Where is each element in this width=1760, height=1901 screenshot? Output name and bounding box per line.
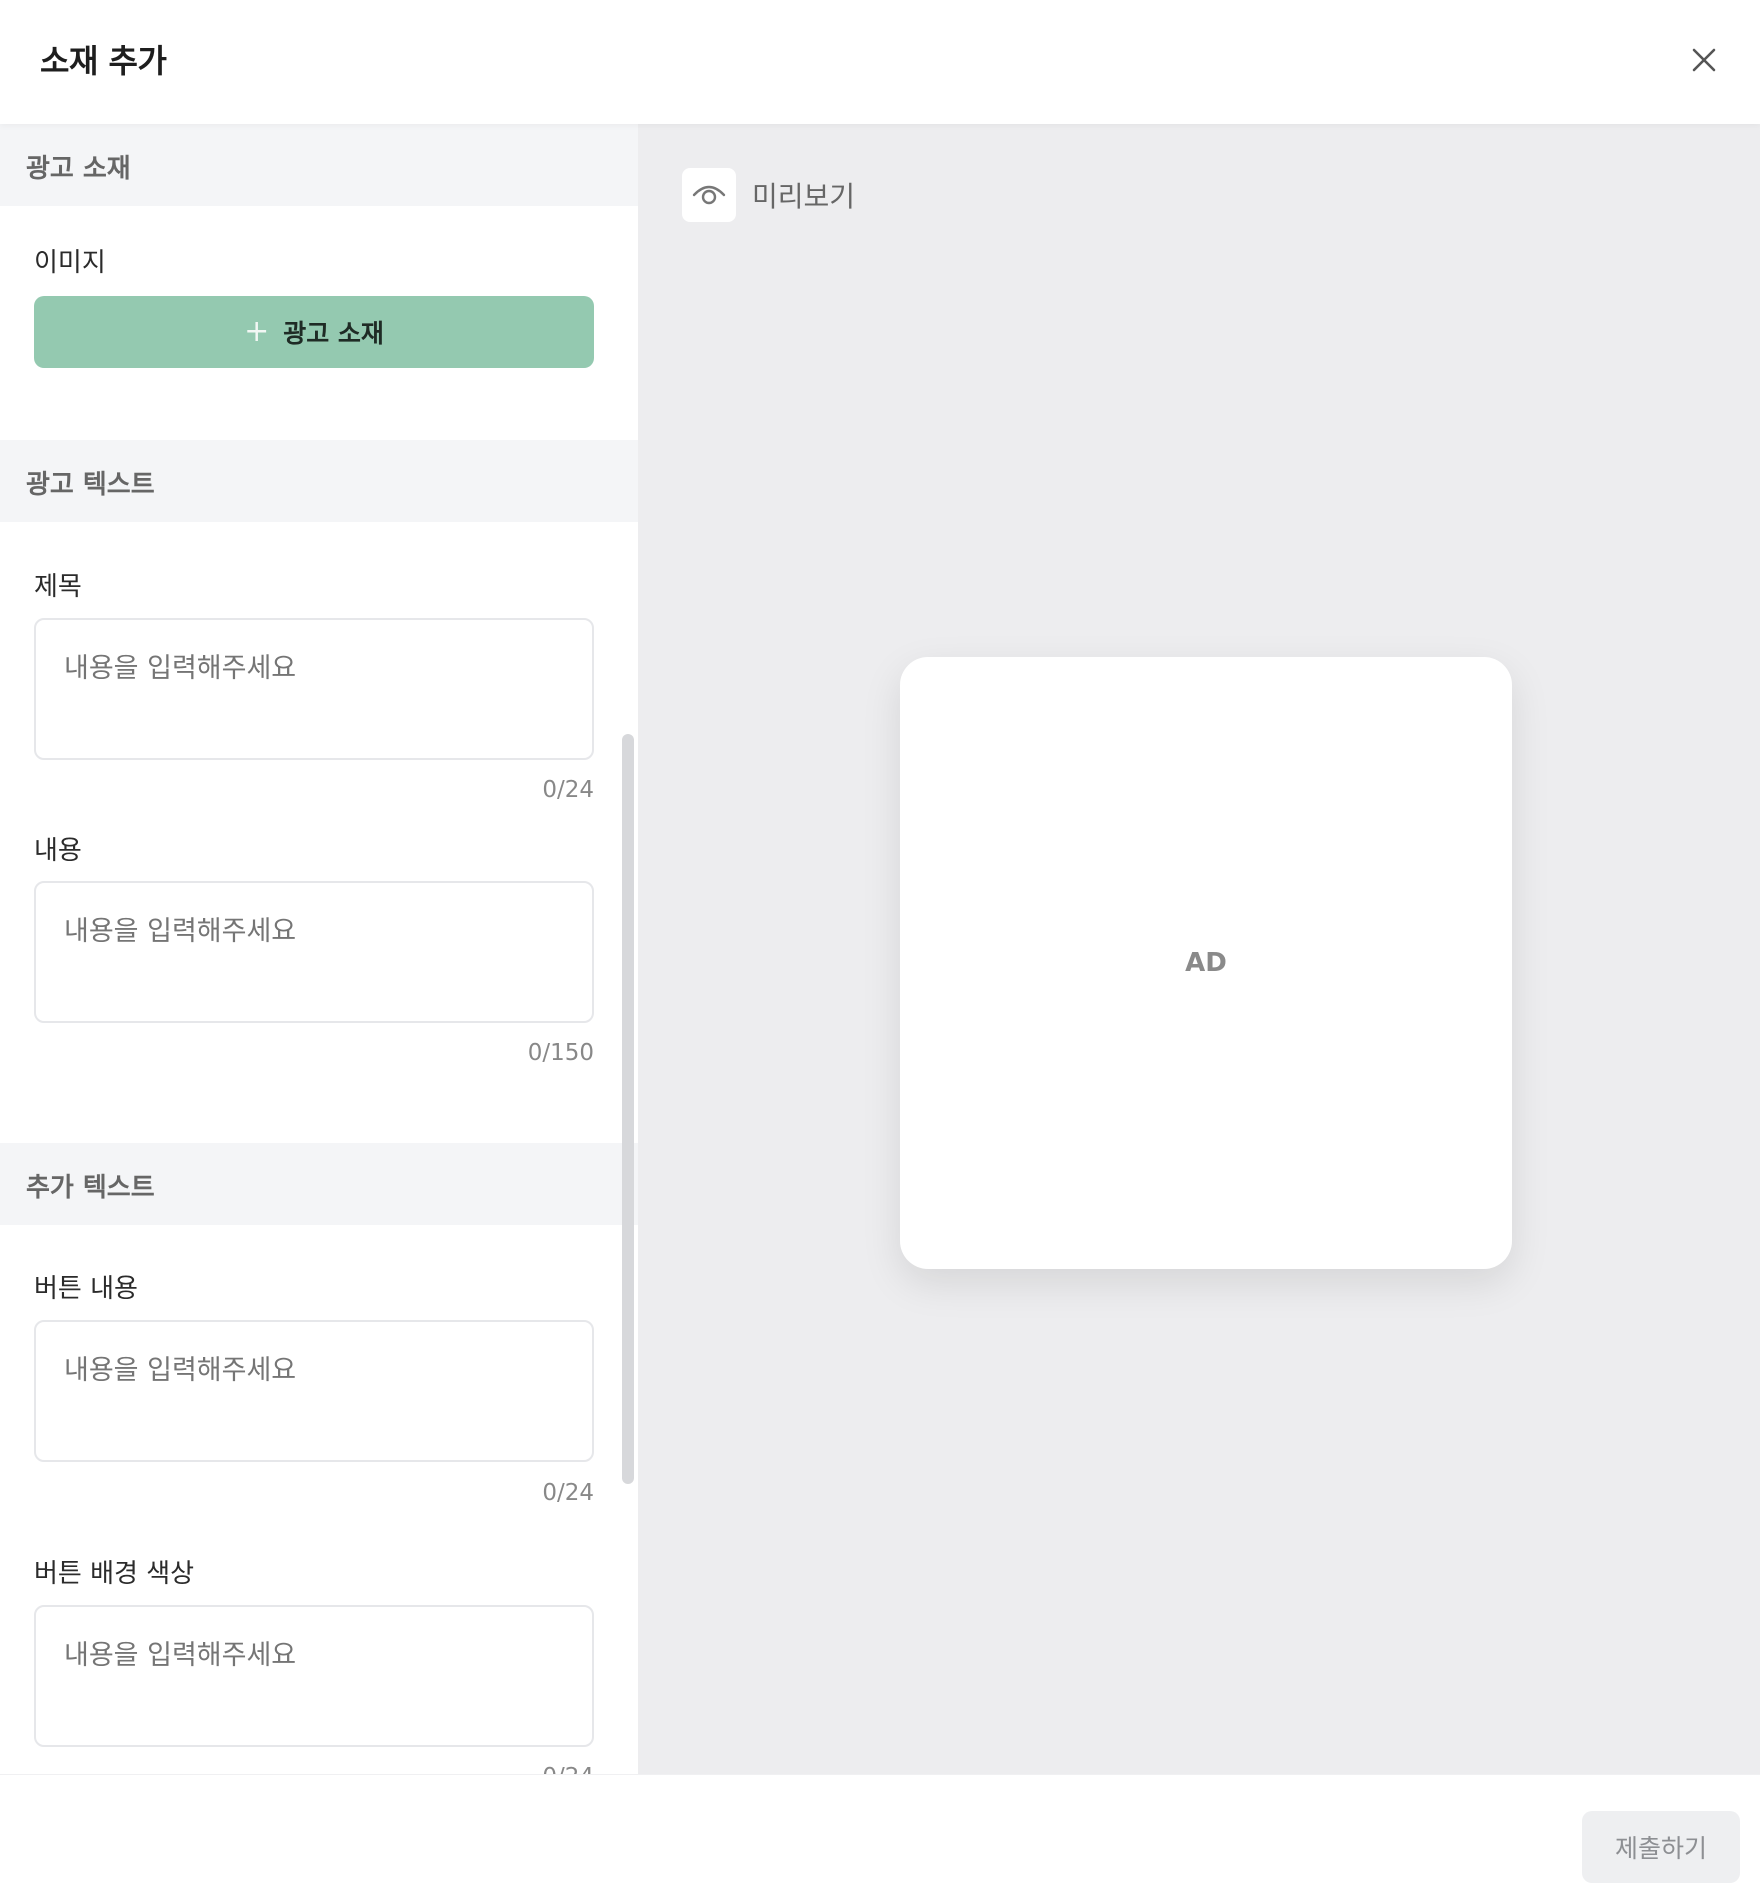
form-panel[interactable]: 광고 소재 이미지 + 광고 소재 광고 텍스트 제목 0/24 내용 0/15… <box>0 124 638 1774</box>
submit-button[interactable]: 제출하기 <box>1582 1811 1740 1883</box>
plus-icon: + <box>244 314 270 349</box>
title-counter: 0/24 <box>542 777 594 803</box>
ad-placeholder-text: AD <box>1185 948 1227 978</box>
content-label: 내용 <box>34 836 82 866</box>
section-extra-text: 추가 텍스트 <box>0 1143 638 1225</box>
section-title: 광고 텍스트 <box>26 470 155 500</box>
dialog-header: 소재 추가 <box>0 0 1760 124</box>
add-creative-button[interactable]: + 광고 소재 <box>34 296 594 368</box>
image-label: 이미지 <box>34 248 106 278</box>
section-ad-creative: 광고 소재 <box>0 124 638 206</box>
preview-panel: 미리보기 AD <box>638 124 1760 1774</box>
title-input[interactable] <box>34 618 594 760</box>
eye-icon <box>682 168 736 222</box>
dialog-title: 소재 추가 <box>40 42 167 80</box>
section-title: 광고 소재 <box>26 154 131 184</box>
section-ad-text: 광고 텍스트 <box>0 440 638 522</box>
preview-header: 미리보기 <box>682 168 855 222</box>
button-color-counter: 0/24 <box>542 1764 594 1774</box>
content-input[interactable] <box>34 881 594 1023</box>
close-icon <box>1692 48 1716 72</box>
scrollbar-thumb[interactable] <box>622 734 634 1484</box>
button-text-counter: 0/24 <box>542 1480 594 1506</box>
button-color-label: 버튼 배경 색상 <box>34 1559 195 1589</box>
section-title: 추가 텍스트 <box>26 1173 155 1203</box>
close-button[interactable] <box>1684 40 1724 80</box>
button-color-input[interactable] <box>34 1605 594 1747</box>
title-label: 제목 <box>34 572 82 602</box>
add-creative-button-label: 광고 소재 <box>283 319 384 348</box>
ad-preview-card: AD <box>900 657 1512 1269</box>
button-text-label: 버튼 내용 <box>34 1274 138 1304</box>
dialog-footer: 제출하기 <box>0 1774 1760 1901</box>
button-text-input[interactable] <box>34 1320 594 1462</box>
preview-label: 미리보기 <box>752 180 856 213</box>
content-counter: 0/150 <box>527 1040 594 1066</box>
